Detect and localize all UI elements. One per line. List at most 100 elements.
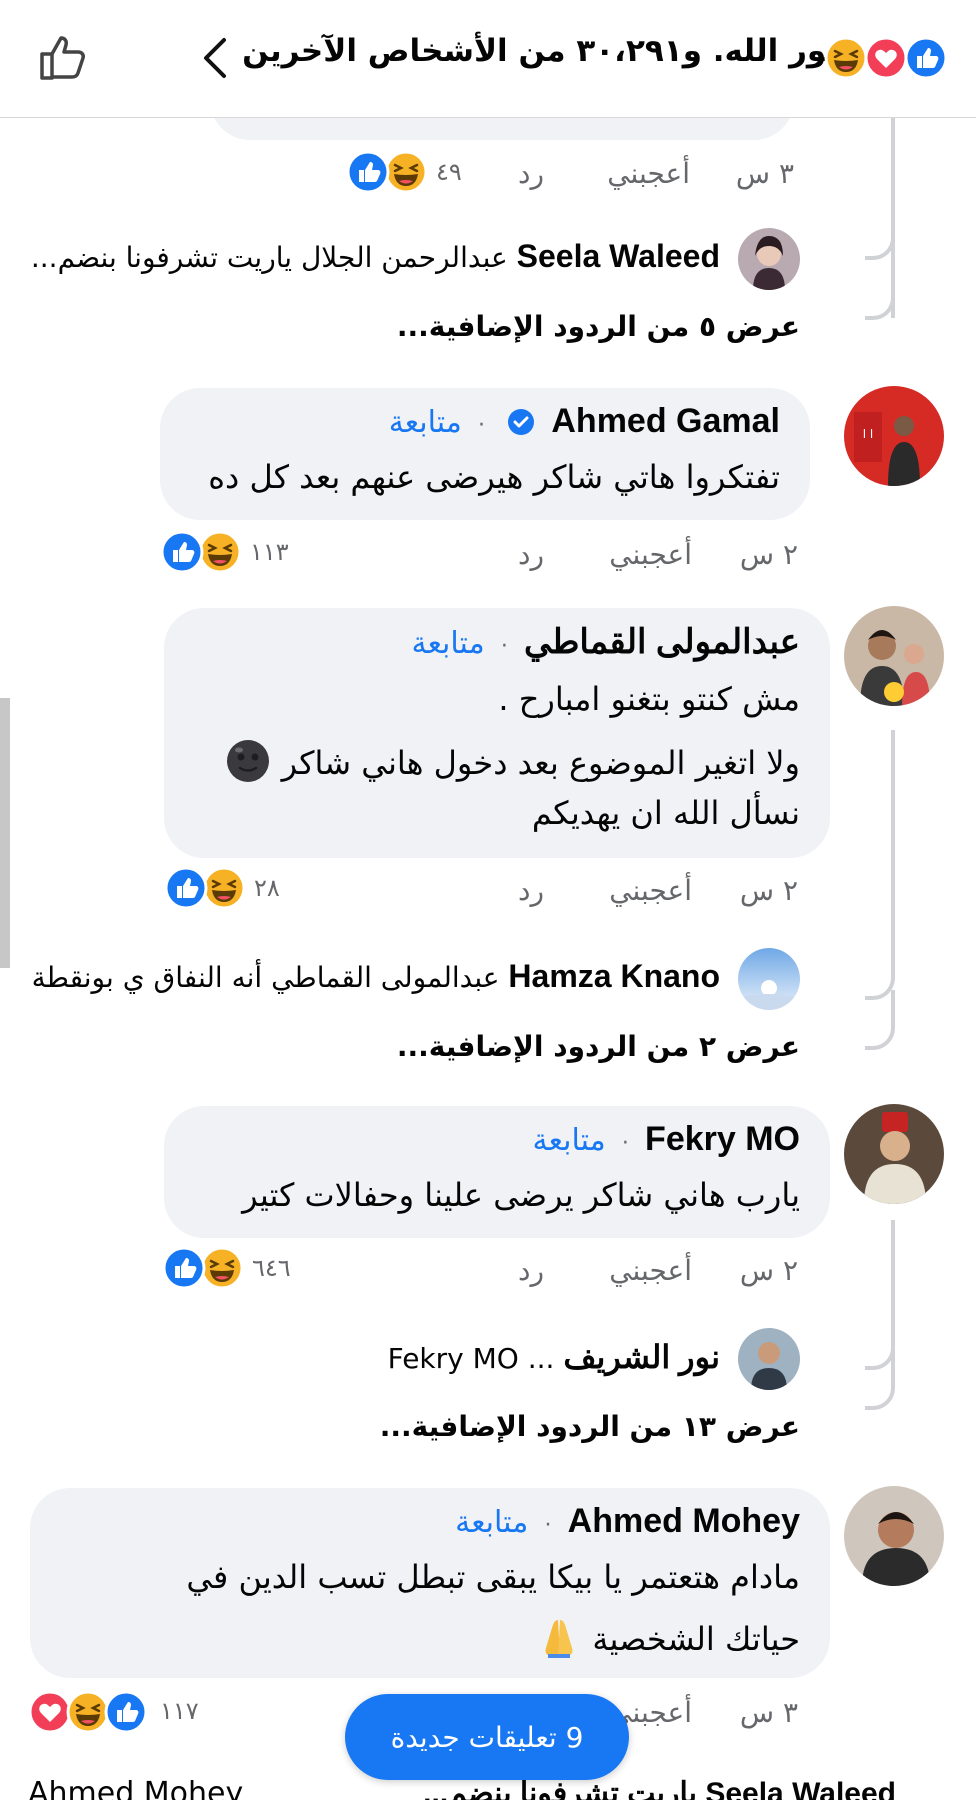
thread-curve bbox=[865, 130, 895, 260]
like-action[interactable]: أعجبني bbox=[607, 157, 690, 190]
follow-link[interactable]: متابعة bbox=[389, 405, 462, 440]
avatar[interactable] bbox=[738, 948, 800, 1010]
reaction-count[interactable]: ٤٩ bbox=[436, 158, 462, 186]
reply-action[interactable]: رد bbox=[518, 1254, 544, 1287]
folded-hands-icon bbox=[545, 1620, 573, 1658]
reply-action[interactable]: رد bbox=[518, 538, 544, 571]
comment-time: ٢ س bbox=[739, 538, 798, 571]
reply-item[interactable]: نور الشريف ... Fekry MO bbox=[388, 1338, 720, 1376]
haha-icon bbox=[824, 36, 868, 80]
comment-bubble[interactable]: عبدالمولى القماطي · متابعة مش كنتو بتغنو… bbox=[164, 608, 830, 858]
reply-author[interactable]: نور الشريف bbox=[563, 1339, 720, 1375]
avatar[interactable]: ا ا bbox=[844, 386, 944, 486]
reply-action[interactable]: رد bbox=[518, 157, 544, 190]
reaction-count[interactable]: ١١٧ bbox=[160, 1697, 199, 1725]
like-icon bbox=[104, 1690, 148, 1734]
haha-icon bbox=[384, 150, 428, 194]
like-icon bbox=[904, 36, 948, 80]
reactors-title[interactable]: نور الله. و٣٠،٢٩١ من الأشخاص الآخرين bbox=[242, 33, 838, 69]
reaction-icons[interactable] bbox=[162, 1246, 244, 1290]
comment-text-line: نسأل الله ان يهديكم bbox=[531, 794, 800, 832]
reaction-icons[interactable] bbox=[28, 1690, 152, 1734]
separator-dot: · bbox=[500, 634, 508, 659]
like-icon bbox=[162, 1246, 206, 1290]
header-reaction-icons bbox=[824, 36, 948, 80]
reaction-icons[interactable] bbox=[164, 866, 246, 910]
comment-time: ٣ س bbox=[739, 1696, 798, 1729]
top-bar: نور الله. و٣٠،٢٩١ من الأشخاص الآخرين bbox=[0, 0, 976, 118]
avatar[interactable] bbox=[844, 1486, 944, 1586]
haha-icon bbox=[198, 530, 242, 574]
comment-text: تفتكروا هاتي شاكر هيرضى عنهم بعد كل ده bbox=[208, 458, 780, 496]
like-icon bbox=[160, 530, 204, 574]
like-icon bbox=[346, 150, 390, 194]
love-icon bbox=[28, 1690, 72, 1734]
haha-icon bbox=[66, 1690, 110, 1734]
comment-header: عبدالمولى القماطي · متابعة bbox=[412, 622, 801, 662]
separator-dot: · bbox=[478, 413, 486, 438]
like-action[interactable]: أعجبني bbox=[609, 538, 692, 571]
comment-header: Ahmed Mohey · متابعة bbox=[455, 1502, 800, 1541]
separator-dot: · bbox=[544, 1513, 552, 1538]
comment-bubble[interactable]: Ahmed Mohey · متابعة مادام هتعتمر يا بيك… bbox=[30, 1488, 830, 1678]
comment-bubble[interactable]: Fekry MO · متابعة يارب هاني شاكر يرضى عل… bbox=[164, 1106, 830, 1238]
svg-text:ا ا: ا ا bbox=[863, 427, 873, 441]
thread-curve bbox=[865, 1350, 895, 1410]
comment-text: ولا اتغير الموضوع بعد دخول هاني شاكر bbox=[281, 744, 800, 782]
view-more-replies[interactable]: عرض ٥ من الردود الإضافية... bbox=[397, 310, 800, 343]
follow-link[interactable]: متابعة bbox=[533, 1123, 606, 1158]
reply-action[interactable]: رد bbox=[518, 874, 544, 907]
comment-author[interactable]: Fekry MO bbox=[645, 1120, 800, 1158]
comment-author[interactable]: Ahmed Gamal bbox=[551, 402, 780, 440]
reaction-count[interactable]: ٢٨ bbox=[254, 874, 280, 902]
follow-link[interactable]: متابعة bbox=[412, 626, 485, 661]
comment-author[interactable]: عبدالمولى القماطي bbox=[524, 623, 800, 661]
reply-text: عبدالمولى القماطي أنه النفاق ي بونقطة bbox=[31, 961, 500, 994]
comment-text-line: ولا اتغير الموضوع بعد دخول هاني شاكر bbox=[225, 738, 800, 784]
comment-text: يارب هاني شاكر يرضى علينا وحفالات كتير bbox=[242, 1176, 800, 1214]
reaction-count[interactable]: ١١٣ bbox=[250, 538, 289, 566]
comment-bubble[interactable]: Ahmed Gamal · متابعة تفتكروا هاتي شاكر ه… bbox=[160, 388, 810, 520]
view-more-replies[interactable]: عرض ٢ من الردود الإضافية... bbox=[397, 1030, 800, 1063]
comment-header: Fekry MO · متابعة bbox=[533, 1120, 800, 1159]
comment-text-line: مادام هتعتمر يا بيكا يبقى تبطل تسب الدين… bbox=[186, 1558, 800, 1596]
comment-time: ٣ س bbox=[735, 157, 794, 190]
comment-header: Ahmed Gamal · متابعة bbox=[389, 402, 780, 441]
reply-author[interactable]: Hamza Knano bbox=[508, 958, 720, 994]
reaction-count[interactable]: ٦٤٦ bbox=[252, 1254, 291, 1282]
reaction-icons[interactable] bbox=[160, 530, 242, 574]
reply-text: ... Fekry MO bbox=[387, 1342, 555, 1375]
scroll-indicator bbox=[0, 698, 10, 968]
reply-mention-partial: Ahmed Mohey bbox=[28, 1776, 244, 1800]
avatar[interactable] bbox=[738, 1328, 800, 1390]
comment-text-line: حياتك الشخصية bbox=[536, 1614, 800, 1660]
view-more-replies[interactable]: عرض ١٣ من الردود الإضافية... bbox=[380, 1410, 800, 1443]
reply-item[interactable]: Hamza Knano عبدالمولى القماطي أنه النفاق… bbox=[32, 958, 720, 995]
follow-link[interactable]: متابعة bbox=[455, 1505, 528, 1540]
like-outline-icon[interactable] bbox=[36, 28, 92, 84]
reply-item[interactable]: Seela Waleed عبدالرحمن الجلال ياريت تشرف… bbox=[31, 238, 720, 275]
verified-badge-icon bbox=[508, 409, 535, 435]
new-moon-face-icon bbox=[227, 740, 270, 782]
like-action[interactable]: أعجبني bbox=[609, 1254, 692, 1287]
reply-author[interactable]: Seela Waleed bbox=[517, 238, 720, 274]
like-icon bbox=[164, 866, 208, 910]
avatar[interactable] bbox=[844, 1104, 944, 1204]
reply-text: عبدالرحمن الجلال ياريت تشرفونا بنضم... bbox=[30, 241, 508, 274]
new-comments-button[interactable]: 9 تعليقات جديدة bbox=[345, 1694, 629, 1780]
comment-text: حياتك الشخصية bbox=[592, 1620, 800, 1658]
haha-icon bbox=[200, 1246, 244, 1290]
separator-dot: · bbox=[621, 1131, 629, 1156]
comment-time: ٢ س bbox=[739, 1254, 798, 1287]
comment-author[interactable]: Ahmed Mohey bbox=[568, 1502, 800, 1540]
haha-icon bbox=[202, 866, 246, 910]
reaction-icons[interactable] bbox=[346, 150, 428, 194]
chevron-left-icon[interactable] bbox=[200, 36, 230, 80]
comment-time: ٢ س bbox=[739, 874, 798, 907]
avatar[interactable] bbox=[738, 228, 800, 290]
avatar[interactable] bbox=[844, 606, 944, 706]
like-action[interactable]: أعجبني bbox=[609, 874, 692, 907]
love-icon bbox=[864, 36, 908, 80]
thread-curve bbox=[865, 990, 895, 1050]
comment-text-line: مش كنتو بتغنو امبارح . bbox=[498, 680, 800, 718]
